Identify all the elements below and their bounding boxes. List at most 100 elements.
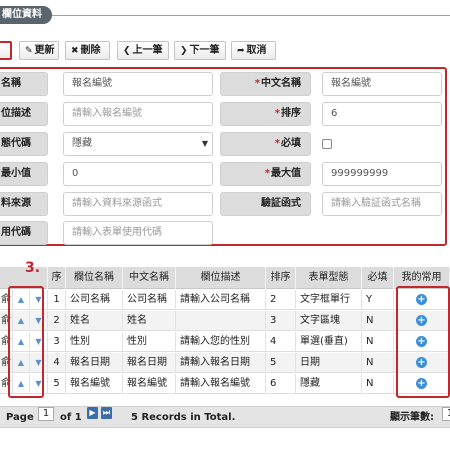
code-field[interactable]: 請輸入表單使用代碼: [63, 221, 213, 245]
table-cell-order: 5: [266, 353, 296, 373]
favorite-highlight: [396, 286, 450, 398]
next-button-label: 下一筆: [189, 45, 220, 56]
order-label: *排序: [220, 102, 311, 126]
title-divider: [44, 15, 450, 16]
table-cell-cname: 報名編號: [123, 374, 176, 394]
pager: Page 1 of 1 ▶ ⏭ 5 Records in Total. 顯示筆數…: [0, 406, 450, 428]
x-icon: ✖: [71, 46, 79, 56]
validate-label: 驗証函式: [220, 192, 311, 216]
header-cell[interactable]: 欄位名稱: [66, 267, 123, 289]
chevron-right-icon: ❯: [180, 46, 188, 56]
table-cell-seq: 1: [48, 290, 66, 310]
type-select[interactable]: 隱藏 ▼: [63, 132, 213, 156]
order-field[interactable]: 6: [322, 102, 442, 126]
source-label: 料來源: [0, 192, 48, 216]
table-cell-desc: 請輸入您的性別: [176, 332, 266, 352]
table-cell-type: 文字框單行: [296, 290, 362, 310]
type-label: 態代碼: [0, 132, 48, 156]
table-cell-req: N: [362, 374, 394, 394]
table-cell-seq: 3: [48, 332, 66, 352]
last-page-icon[interactable]: ⏭: [101, 407, 112, 419]
prev-button-label: 上一筆: [132, 45, 163, 56]
table-cell-seq: 2: [48, 311, 66, 331]
table-cell-desc: 請輸入報名日期: [176, 353, 266, 373]
table-cell-req: N: [362, 332, 394, 352]
table-cell-desc: 請輸入公司名稱: [176, 290, 266, 310]
add-button[interactable]: [0, 41, 12, 60]
delete-button[interactable]: ✖ 刪除: [65, 41, 110, 60]
desc-label: 位描述: [0, 102, 48, 126]
table-cell-order: 3: [266, 311, 296, 331]
table-row[interactable]: 俞 ▲ ▼ 2 姓名 姓名 3 文字區塊 N +: [0, 311, 450, 331]
required-mark: *: [254, 78, 260, 89]
table-cell-type: 隱藏: [296, 374, 362, 394]
table-row[interactable]: 俞 ▲ ▼ 4 報名日期 報名日期 請輸入報名日期 5 日期 N +: [0, 353, 450, 373]
table-cell-name: 性別: [66, 332, 123, 352]
table-cell-cname: 公司名稱: [123, 290, 176, 310]
desc-field[interactable]: 請輸入報名編號: [63, 102, 213, 126]
table-cell-cname: 報名日期: [123, 353, 176, 373]
header-cell[interactable]: 中文名稱: [123, 267, 176, 289]
source-field[interactable]: 請輸入資料來源函式: [63, 192, 213, 216]
table-cell-seq: 5: [48, 374, 66, 394]
max-field[interactable]: 999999999: [322, 162, 442, 186]
header-cell[interactable]: 表單型態: [296, 267, 362, 289]
header-cell[interactable]: 排序: [266, 267, 296, 289]
edit-button[interactable]: ✎ 更新: [19, 41, 59, 60]
reorder-highlight: [8, 286, 44, 398]
table-row[interactable]: 俞 ▲ ▼ 5 報名編號 報名編號 請輸入報名編號 6 隱藏 N +: [0, 374, 450, 394]
display-count-label: 顯示筆數:: [390, 412, 434, 423]
name-field[interactable]: 報名編號: [63, 72, 213, 96]
table-row[interactable]: 俞 ▲ ▼ 1 公司名稱 公司名稱 請輸入公司名稱 2 文字框單行 Y +: [0, 290, 450, 310]
cname-field[interactable]: 報名編號: [322, 72, 442, 96]
delete-button-label: 刪除: [80, 45, 101, 56]
name-label: 名稱: [0, 72, 48, 96]
header-cell[interactable]: 序: [48, 267, 66, 289]
max-label: *最大值: [220, 162, 311, 186]
min-label: 最小值: [0, 162, 48, 186]
table-cell-name: 姓名: [66, 311, 123, 331]
max-label-text: 最大值: [271, 168, 301, 179]
cname-label: *中文名稱: [220, 72, 311, 96]
header-cell[interactable]: 必填: [362, 267, 394, 289]
required-checkbox[interactable]: [322, 139, 332, 149]
table-cell-type: 文字區塊: [296, 311, 362, 331]
table-header: 序 欄位名稱 中文名稱 欄位描述 排序 表單型態 必填 我的常用: [0, 267, 450, 289]
caret-down-icon: ▼: [201, 139, 208, 148]
records-count: 5 Records in Total.: [131, 412, 236, 423]
header-cell[interactable]: 欄位描述: [176, 267, 266, 289]
validate-field[interactable]: 請輸入驗証函式名稱: [322, 192, 442, 216]
table-cell-order: 2: [266, 290, 296, 310]
order-label-text: 排序: [281, 108, 301, 119]
page-of-label: of 1: [60, 412, 82, 423]
cancel-button[interactable]: ➦ 取消: [231, 41, 276, 60]
prev-button[interactable]: ❮ 上一筆: [117, 41, 169, 60]
type-select-value: 隱藏: [72, 138, 92, 149]
table-cell-name: 報名編號: [66, 374, 123, 394]
min-field[interactable]: 0: [63, 162, 213, 186]
table-cell-name: 報名日期: [66, 353, 123, 373]
display-count-input[interactable]: 1: [442, 407, 450, 421]
table-cell-type: 日期: [296, 353, 362, 373]
undo-arrow-icon: ➦: [237, 46, 245, 56]
page-input[interactable]: 1: [38, 407, 54, 421]
cancel-button-label: 取消: [246, 45, 267, 56]
table-row[interactable]: 俞 ▲ ▼ 3 性別 性別 請輸入您的性別 4 單選(垂直) N +: [0, 332, 450, 352]
page-label: Page: [6, 412, 34, 423]
toolbar: ✎ 更新 ✖ 刪除 ❮ 上一筆 ❯ 下一筆 ➦ 取消: [0, 41, 450, 61]
table-cell-req: N: [362, 311, 394, 331]
next-button[interactable]: ❯ 下一筆: [174, 41, 226, 60]
code-label: 用代碼: [0, 221, 48, 245]
cname-label-text: 中文名稱: [261, 78, 301, 89]
chevron-left-icon: ❮: [123, 46, 131, 56]
table-cell-seq: 4: [48, 353, 66, 373]
table-cell-desc: 請輸入報名編號: [176, 374, 266, 394]
table-cell-order: 4: [266, 332, 296, 352]
pencil-icon: ✎: [25, 46, 33, 56]
table-cell-cname: 性別: [123, 332, 176, 352]
required-mark: *: [274, 138, 280, 149]
required-label-text: 必填: [281, 138, 301, 149]
page-title: 欄位資料: [0, 6, 52, 24]
next-page-icon[interactable]: ▶: [87, 407, 98, 419]
table-cell-name: 公司名稱: [66, 290, 123, 310]
